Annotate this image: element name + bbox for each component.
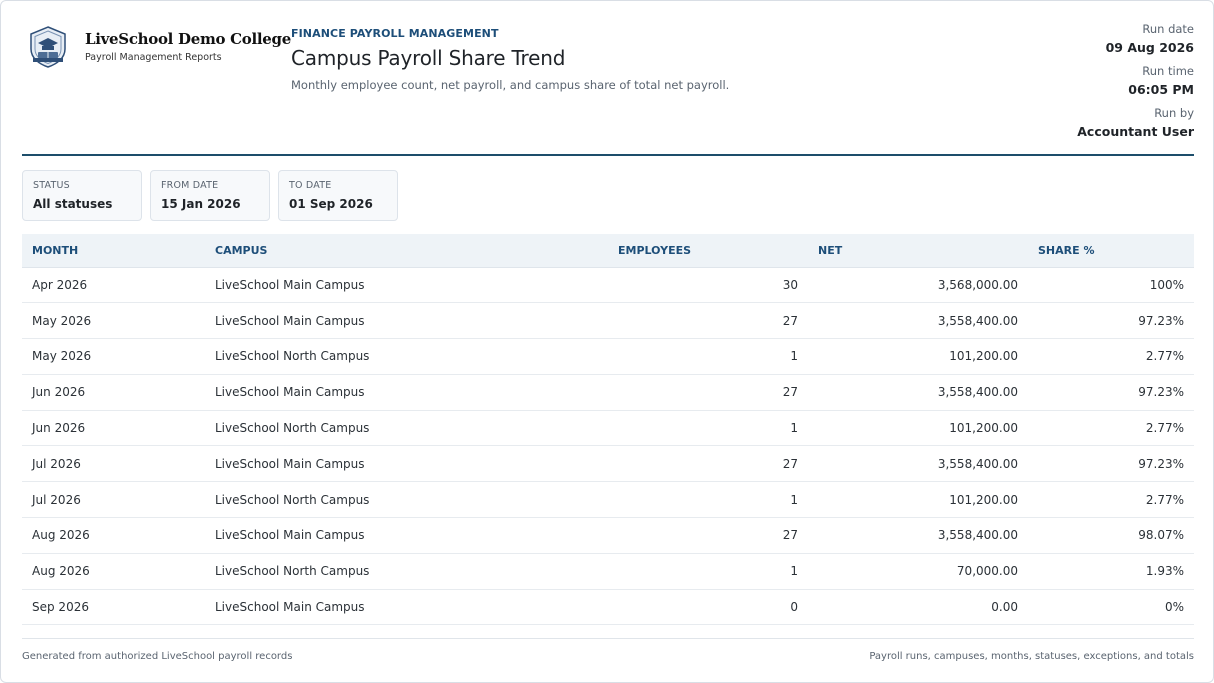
cell-net: 101,200.00: [808, 410, 1028, 447]
cell-employees: 27: [608, 302, 808, 340]
cell-share: 97.23%: [1028, 374, 1194, 411]
cell-employees: 1: [608, 410, 808, 447]
cell-share: 98.07%: [1028, 517, 1194, 554]
column-header-employees: EMPLOYEES: [608, 234, 808, 268]
run-by-value: Accountant User: [1077, 124, 1194, 139]
cell-employees: 27: [608, 445, 808, 483]
cell-campus: LiveSchool Main Campus: [205, 589, 608, 626]
filter-status: STATUS All statuses: [22, 170, 142, 221]
cell-campus: LiveSchool Main Campus: [205, 267, 608, 304]
cell-share: 97.23%: [1028, 302, 1194, 340]
cell-share: 1.93%: [1028, 553, 1194, 590]
cell-campus: LiveSchool North Campus: [205, 481, 608, 519]
cell-month: Aug 2026: [22, 553, 205, 590]
cell-campus: LiveSchool Main Campus: [205, 374, 608, 411]
cell-month: Aug 2026: [22, 517, 205, 554]
brand-subtitle: Payroll Management Reports: [85, 52, 222, 63]
report-titles: FINANCE PAYROLL MANAGEMENT Campus Payrol…: [291, 27, 729, 92]
payroll-share-table: MONTH CAMPUS EMPLOYEES NET SHARE % Apr 2…: [22, 234, 1194, 626]
report-header: LiveSchool Demo College Payroll Manageme…: [22, 1, 1194, 156]
run-date-label: Run date: [1142, 22, 1194, 36]
cell-employees: 27: [608, 517, 808, 554]
filter-value: 01 Sep 2026: [289, 197, 373, 211]
cell-share: 100%: [1028, 267, 1194, 304]
cell-net: 3,558,400.00: [808, 374, 1028, 411]
cell-share: 0%: [1028, 589, 1194, 626]
table-row: Jul 2026 LiveSchool Main Campus 27 3,558,40…: [22, 445, 1194, 483]
filter-label: TO DATE: [289, 180, 332, 191]
cell-net: 3,558,400.00: [808, 517, 1028, 554]
cell-share: 2.77%: [1028, 410, 1194, 447]
run-date-value: 09 Aug 2026: [1105, 40, 1194, 55]
table-row: May 2026 LiveSchool Main Campus 27 3,558,40…: [22, 302, 1194, 340]
filter-label: STATUS: [33, 180, 70, 191]
brand: LiveSchool Demo College Payroll Manageme…: [85, 30, 291, 63]
column-header-share: SHARE %: [1028, 234, 1194, 268]
cell-month: May 2026: [22, 302, 205, 340]
cell-net: 0.00: [808, 589, 1028, 626]
cell-employees: 1: [608, 481, 808, 519]
run-time-value: 06:05 PM: [1128, 82, 1194, 97]
cell-month: May 2026: [22, 338, 205, 375]
cell-campus: LiveSchool North Campus: [205, 410, 608, 447]
cell-month: Jul 2026: [22, 481, 205, 519]
cell-net: 101,200.00: [808, 338, 1028, 375]
cell-net: 70,000.00: [808, 553, 1028, 590]
cell-net: 3,558,400.00: [808, 445, 1028, 483]
cell-share: 2.77%: [1028, 481, 1194, 519]
run-by-label: Run by: [1154, 106, 1194, 120]
column-header-month: MONTH: [22, 234, 205, 268]
cell-employees: 1: [608, 338, 808, 375]
table-body: Apr 2026 LiveSchool Main Campus 30 3,568,00…: [22, 267, 1194, 626]
filter-label: FROM DATE: [161, 180, 219, 191]
cell-net: 101,200.00: [808, 481, 1028, 519]
report-page: LiveSchool Demo College Payroll Manageme…: [0, 0, 1214, 683]
cell-employees: 27: [608, 374, 808, 411]
cell-employees: 30: [608, 267, 808, 304]
cell-campus: LiveSchool North Campus: [205, 338, 608, 375]
column-header-campus: CAMPUS: [205, 234, 608, 268]
table-row: Aug 2026 LiveSchool North Campus 1 70,000.0…: [22, 553, 1194, 590]
report-footer: Generated from authorized LiveSchool pay…: [22, 638, 1194, 662]
report-subtitle: Monthly employee count, net payroll, and…: [291, 78, 730, 92]
report-eyebrow: FINANCE PAYROLL MANAGEMENT: [291, 27, 499, 40]
cell-share: 2.77%: [1028, 338, 1194, 375]
filter-summary: STATUS All statuses FROM DATE 15 Jan 202…: [22, 170, 398, 221]
run-time-label: Run time: [1142, 64, 1194, 78]
column-header-net: NET: [808, 234, 1028, 268]
table-row: Apr 2026 LiveSchool Main Campus 30 3,568,00…: [22, 267, 1194, 304]
cell-month: Jul 2026: [22, 445, 205, 483]
cell-share: 97.23%: [1028, 445, 1194, 483]
cell-net: 3,568,000.00: [808, 267, 1028, 304]
table-row: Jun 2026 LiveSchool Main Campus 27 3,558,40…: [22, 374, 1194, 411]
cell-month: Jun 2026: [22, 374, 205, 411]
cell-campus: LiveSchool Main Campus: [205, 517, 608, 554]
run-metadata: Run date 09 Aug 2026 Run time 06:05 PM R…: [1077, 22, 1194, 148]
cell-month: Sep 2026: [22, 589, 205, 626]
cell-month: Apr 2026: [22, 267, 205, 304]
cell-employees: 1: [608, 553, 808, 590]
table-row: May 2026 LiveSchool North Campus 1 101,200.…: [22, 338, 1194, 375]
brand-name: LiveSchool Demo College: [85, 30, 291, 48]
filter-value: All statuses: [33, 197, 113, 211]
page-title: Campus Payroll Share Trend: [291, 46, 566, 70]
table-row: Jul 2026 LiveSchool North Campus 1 101,200.…: [22, 481, 1194, 519]
filter-from-date: FROM DATE 15 Jan 2026: [150, 170, 270, 221]
cell-campus: LiveSchool Main Campus: [205, 302, 608, 340]
cell-campus: LiveSchool Main Campus: [205, 445, 608, 483]
footer-scope-note: Payroll runs, campuses, months, statuses…: [869, 651, 1194, 662]
table-header-row: MONTH CAMPUS EMPLOYEES NET SHARE %: [22, 234, 1194, 268]
cell-month: Jun 2026: [22, 410, 205, 447]
footer-source-note: Generated from authorized LiveSchool pay…: [22, 651, 293, 662]
filter-to-date: TO DATE 01 Sep 2026: [278, 170, 398, 221]
table-row: Jun 2026 LiveSchool North Campus 1 101,200.…: [22, 410, 1194, 447]
table-row: Aug 2026 LiveSchool Main Campus 27 3,558,40…: [22, 517, 1194, 554]
table-row: Sep 2026 LiveSchool Main Campus 0 0.00 0%: [22, 589, 1194, 626]
cell-campus: LiveSchool North Campus: [205, 553, 608, 590]
cell-net: 3,558,400.00: [808, 302, 1028, 340]
cell-employees: 0: [608, 589, 808, 626]
filter-value: 15 Jan 2026: [161, 197, 241, 211]
college-crest-icon: [26, 25, 70, 69]
